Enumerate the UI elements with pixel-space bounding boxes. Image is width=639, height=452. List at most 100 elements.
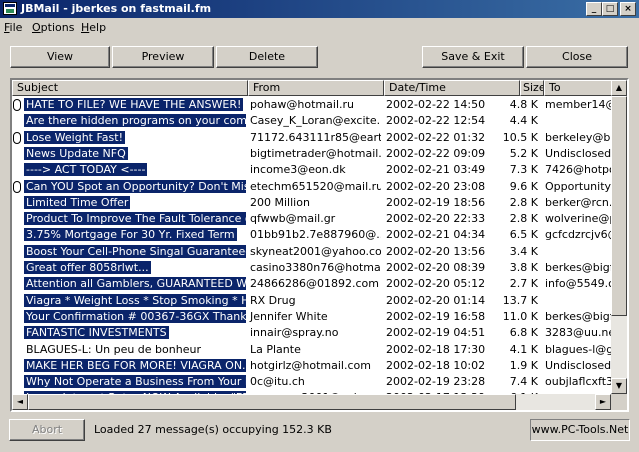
scroll-left-icon[interactable]: ◄: [12, 394, 28, 410]
size-cell: 7.3 K: [509, 163, 538, 177]
subject-text: Lose Weight Fast!: [24, 130, 125, 144]
message-row[interactable]: Why Not Operate a Business From Your Ho.…: [12, 374, 611, 390]
subject-cell: Why Not Operate a Business From Your Ho.…: [12, 374, 246, 390]
message-row[interactable]: ----> ACT TODAY <---- income3@eon.dk 2002-…: [12, 162, 611, 178]
size-cell: 2.8 K: [509, 212, 538, 226]
mail-app-icon: [3, 2, 17, 15]
view-button[interactable]: View: [10, 46, 110, 68]
date-cell: 2002-02-20 22:33:04: [386, 212, 486, 226]
message-row[interactable]: Boost Your Cell-Phone Singal Guaranteed!…: [12, 244, 611, 260]
menu-file[interactable]: File: [4, 21, 22, 34]
date-cell: 2002-02-19 18:56:26: [386, 195, 486, 209]
scroll-down-icon[interactable]: ▼: [611, 378, 627, 394]
date-cell: 2002-02-22 12:54:42: [386, 114, 486, 128]
from-cell: 0c@itu.ch: [250, 375, 305, 389]
save-exit-button[interactable]: Save & Exit: [422, 46, 524, 68]
message-row[interactable]: Product To Improve The Fault Tolerance o…: [12, 211, 611, 227]
size-cell: 3.8 K: [509, 261, 538, 274]
horizontal-scroll-thumb[interactable]: [28, 394, 516, 410]
date-cell: 2002-02-18 10:02:39: [386, 358, 486, 372]
from-cell: hotgirlz@hotmail.com: [250, 358, 371, 372]
to-cell: Undisclosed@: [545, 358, 611, 372]
to-cell: 7426@hotpop: [545, 163, 611, 177]
subject-text: Great offer 8058rlwt...: [24, 261, 151, 274]
message-row[interactable]: Attention all Gamblers, GUARANTEED Win..…: [12, 276, 611, 292]
website-link[interactable]: www.PC-Tools.Net: [530, 419, 630, 441]
scroll-up-icon[interactable]: ▲: [611, 80, 627, 96]
message-row[interactable]: Viagra * Weight Loss * Stop Smoking * Ha…: [12, 293, 611, 309]
message-row[interactable]: Lose Weight Fast! 71172.643111r85@eart...…: [12, 130, 611, 146]
paperclip-icon: [13, 180, 21, 193]
subject-cell: Boost Your Cell-Phone Singal Guaranteed!…: [12, 244, 246, 260]
size-cell: 9.6 K: [509, 179, 538, 193]
subject-cell: BLAGUES-L: Un peu de bonheur: [12, 342, 246, 358]
column-header-to[interactable]: To: [544, 80, 611, 96]
abort-button[interactable]: Abort: [9, 419, 85, 441]
date-cell: 2002-02-20 08:39:43: [386, 261, 486, 274]
from-cell: qfwwb@mail.gr: [250, 212, 336, 226]
date-cell: 2002-02-22 09:09:11: [386, 146, 486, 160]
close-window-button[interactable]: ×: [620, 2, 636, 16]
subject-text: ----> ACT TODAY <----: [24, 163, 148, 177]
message-row[interactable]: Limited Time Offer 200 Million 2002-02-19 …: [12, 195, 611, 211]
close-button[interactable]: Close: [526, 46, 628, 68]
date-cell: 2002-02-21 04:34:33: [386, 228, 486, 242]
horizontal-scrollbar[interactable]: ◄ ►: [12, 394, 611, 410]
size-cell: 10.5 K: [502, 130, 538, 144]
from-cell: income3@eon.dk: [250, 163, 346, 177]
message-row[interactable]: 3.75% Mortgage For 30 Yr. Fixed Term 01bb…: [12, 227, 611, 243]
message-row[interactable]: HATE TO FILE? WE HAVE THE ANSWER! pohaw@h…: [12, 97, 611, 113]
subject-text: MAKE HER BEG FOR MORE! VIAGRA ON...: [24, 358, 246, 372]
message-row[interactable]: MAKE HER BEG FOR MORE! VIAGRA ON... hotgi…: [12, 358, 611, 374]
maximize-button[interactable]: □: [602, 2, 618, 16]
scroll-right-icon[interactable]: ►: [595, 394, 611, 410]
date-cell: 2002-02-22 01:32:08: [386, 130, 486, 144]
message-row[interactable]: FANTASTIC INVESTMENTS innair@spray.no 2002…: [12, 325, 611, 341]
to-cell: member14@s: [545, 98, 611, 111]
from-cell: pohaw@hotmail.ru: [250, 98, 354, 111]
paperclip-icon: [13, 99, 21, 111]
message-list[interactable]: Subject From Date/Time Size To HATE TO F…: [10, 78, 629, 412]
menu-help[interactable]: Help: [81, 21, 106, 34]
date-cell: 2002-02-20 23:08:24: [386, 179, 486, 193]
to-cell: berkes@bigfo: [545, 261, 611, 274]
to-cell: blagues-l@gu: [545, 342, 611, 356]
message-row[interactable]: BLAGUES-L: Un peu de bonheur La Plante 200…: [12, 342, 611, 358]
preview-button[interactable]: Preview: [112, 46, 214, 68]
from-cell: 24866286@01892.com: [250, 277, 379, 291]
menu-options[interactable]: Options: [32, 21, 74, 34]
minimize-button[interactable]: _: [586, 2, 602, 16]
subject-cell: Attention all Gamblers, GUARANTEED Win..…: [12, 276, 246, 292]
column-header-size[interactable]: Size: [520, 80, 544, 96]
date-cell: 2002-02-20 05:12:31: [386, 277, 486, 291]
size-cell: 1.9 K: [509, 358, 538, 372]
column-header-subject[interactable]: Subject: [12, 80, 248, 96]
size-cell: 3.4 K: [509, 244, 538, 258]
to-cell: berker@rcn.c: [545, 195, 611, 209]
subject-cell: HATE TO FILE? WE HAVE THE ANSWER!: [12, 97, 246, 113]
subject-cell: Limited Time Offer: [12, 195, 246, 211]
vertical-scrollbar[interactable]: ▲ ▼: [611, 80, 627, 394]
vertical-scroll-thumb[interactable]: [611, 96, 627, 316]
from-cell: casino3380n76@hotmai...: [250, 261, 381, 274]
to-cell: [545, 293, 611, 309]
message-row[interactable]: Your Confirmation # 00367-36GX Thank ...…: [12, 309, 611, 325]
subject-cell: Are there hidden programs on your comput…: [12, 113, 246, 129]
delete-button[interactable]: Delete: [216, 46, 318, 68]
size-cell: 6.8 K: [509, 326, 538, 340]
subject-text: 3.75% Mortgage For 30 Yr. Fixed Term: [24, 228, 237, 242]
message-row[interactable]: Can YOU Spot an Opportunity? Don't Miss …: [12, 179, 611, 195]
column-header-date[interactable]: Date/Time: [384, 80, 520, 96]
message-row[interactable]: Are there hidden programs on your comput…: [12, 113, 611, 129]
column-header-from[interactable]: From: [248, 80, 384, 96]
size-cell: 13.7 K: [502, 293, 538, 307]
to-cell: [545, 113, 611, 129]
subject-text: News Update NFQ: [24, 146, 128, 160]
date-cell: 2002-02-19 16:58:18: [386, 309, 486, 323]
from-cell: Jennifer White: [250, 309, 328, 323]
to-cell: oubjlaflcxft3@: [545, 375, 611, 389]
message-row[interactable]: News Update NFQ bigtimetrader@hotmail.c..…: [12, 146, 611, 162]
message-row[interactable]: Great offer 8058rlwt... casino3380n76@hot…: [12, 260, 611, 276]
from-cell: skyneat2001@yahoo.com: [250, 244, 381, 258]
to-cell: info@5549.co: [545, 277, 611, 291]
